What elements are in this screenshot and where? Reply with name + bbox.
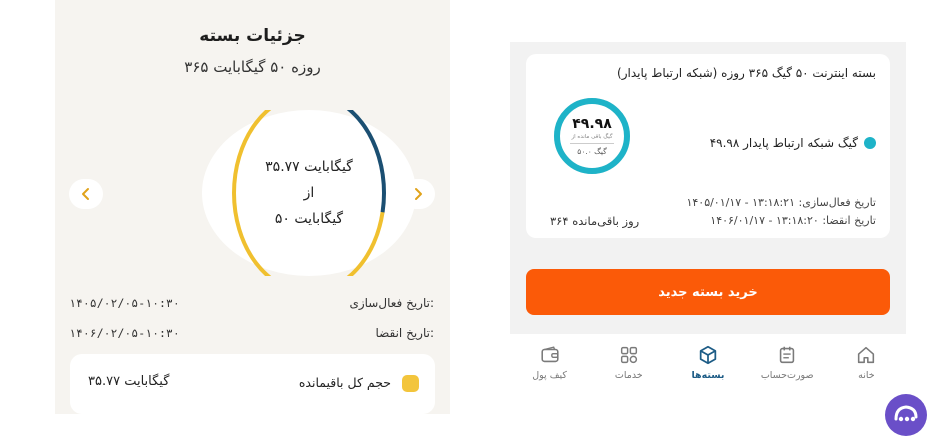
nav-item-services[interactable]: خدمات [589,334,668,394]
brand-logo-icon [885,394,927,436]
active-package-card[interactable]: بسته اینترنت ۵۰ گیگ ۳۶۵ روزه (شبکه ارتبا… [526,54,890,238]
expiry-date-row: تاریخ انقضا: ۱۴۰۶/۰۲/۰۵-۱۰:۳۰ [55,326,450,346]
wallet-icon [541,346,559,363]
activation-date-row: تاریخ فعال‌سازی: ۱۴۰۵/۰۲/۰۵-۱۰:۳۰ [55,296,450,316]
ring-divider [570,143,614,144]
remaining-ring-text: ۴۹.۹۸ گیگ باقی مانده از ۵۰.۰ گیگ [552,96,632,176]
network-legend: ۴۹.۹۸ گیگ شبکه ارتباط پایدار [710,136,876,150]
remaining-volume-value: ۳۵.۷۷ گیگابایت [88,374,170,389]
remaining-gb-value: ۴۹.۹۸ [572,116,612,132]
days-remaining: ۳۶۴ روز باقی‌مانده [550,214,640,228]
nav-label-invoice: صورت‌حساب [760,370,814,381]
legend-label: ۴۹.۹۸ گیگ شبکه ارتباط پایدار [709,136,858,150]
expiry-datetime: تاریخ انقضا: ۱۳:۱۸:۲۰ - ۱۴۰۶/۰۱/۱۷ [710,214,876,227]
bottom-navigation: خانه صورت‌حساب بسته‌ها [510,334,906,394]
remaining-amount: ۳۵.۷۷ گیگابایت [265,159,353,175]
buy-new-package-button[interactable]: خرید بسته جدید [526,269,890,315]
total-amount: ۵۰ گیگابایت [274,211,344,227]
legend-color-dot [864,137,876,149]
volume-color-swatch [402,375,419,392]
chevron-left-icon [82,188,89,200]
nav-item-wallet[interactable]: کیف پول [510,334,589,394]
nav-item-invoice[interactable]: صورت‌حساب [748,334,827,394]
package-title: بسته اینترنت ۵۰ گیگ ۳۶۵ روزه (شبکه ارتبا… [617,66,876,80]
nav-label-packages: بسته‌ها [691,370,725,381]
usage-ring-text: ۳۵.۷۷ گیگابایت از ۵۰ گیگابایت [202,110,416,276]
activation-datetime: تاریخ فعال‌سازی: ۱۳:۱۸:۲۱ - ۱۴۰۵/۰۱/۱۷ [686,196,876,209]
expiry-date-value: ۱۴۰۶/۰۲/۰۵-۱۰:۳۰ [69,326,180,340]
of-label: از [303,185,315,201]
nav-label-home: خانه [858,370,875,381]
home-icon [858,346,875,364]
activation-date-label: تاریخ فعال‌سازی: [349,296,434,310]
packages-screen: بسته اینترنت ۵۰ گیگ ۳۶۵ روزه (شبکه ارتبا… [510,42,906,394]
nav-label-wallet: کیف پول [532,370,567,381]
total-gb-value: ۵۰.۰ گیگ [577,147,607,156]
expiry-date-label: تاریخ انقضا: [375,326,434,340]
nav-item-packages[interactable]: بسته‌ها [668,334,747,394]
activation-date-value: ۱۴۰۵/۰۲/۰۵-۱۰:۳۰ [69,296,180,310]
package-subtitle: ۳۶۵ روزه ۵۰ گیگابایت [184,58,321,76]
chevron-right-icon [415,188,422,200]
next-package-button[interactable] [401,179,435,209]
remaining-volume-card: حجم کل باقیمانده ۳۵.۷۷ گیگابایت [70,354,435,414]
nav-item-home[interactable]: خانه [827,334,906,394]
package-icon [699,345,717,365]
previous-package-button[interactable] [69,179,103,209]
services-grid-icon [620,346,637,364]
remaining-volume-label: حجم کل باقیمانده [298,375,391,390]
invoice-icon [779,346,795,364]
remaining-caption: گیگ باقی مانده از [571,134,613,140]
package-details-panel: جزئیات بسته ۳۶۵ روزه ۵۰ گیگابایت ۳۵.۷۷ گ… [55,0,450,414]
nav-label-services: خدمات [614,370,643,381]
page-title: جزئیات بسته [199,26,306,46]
